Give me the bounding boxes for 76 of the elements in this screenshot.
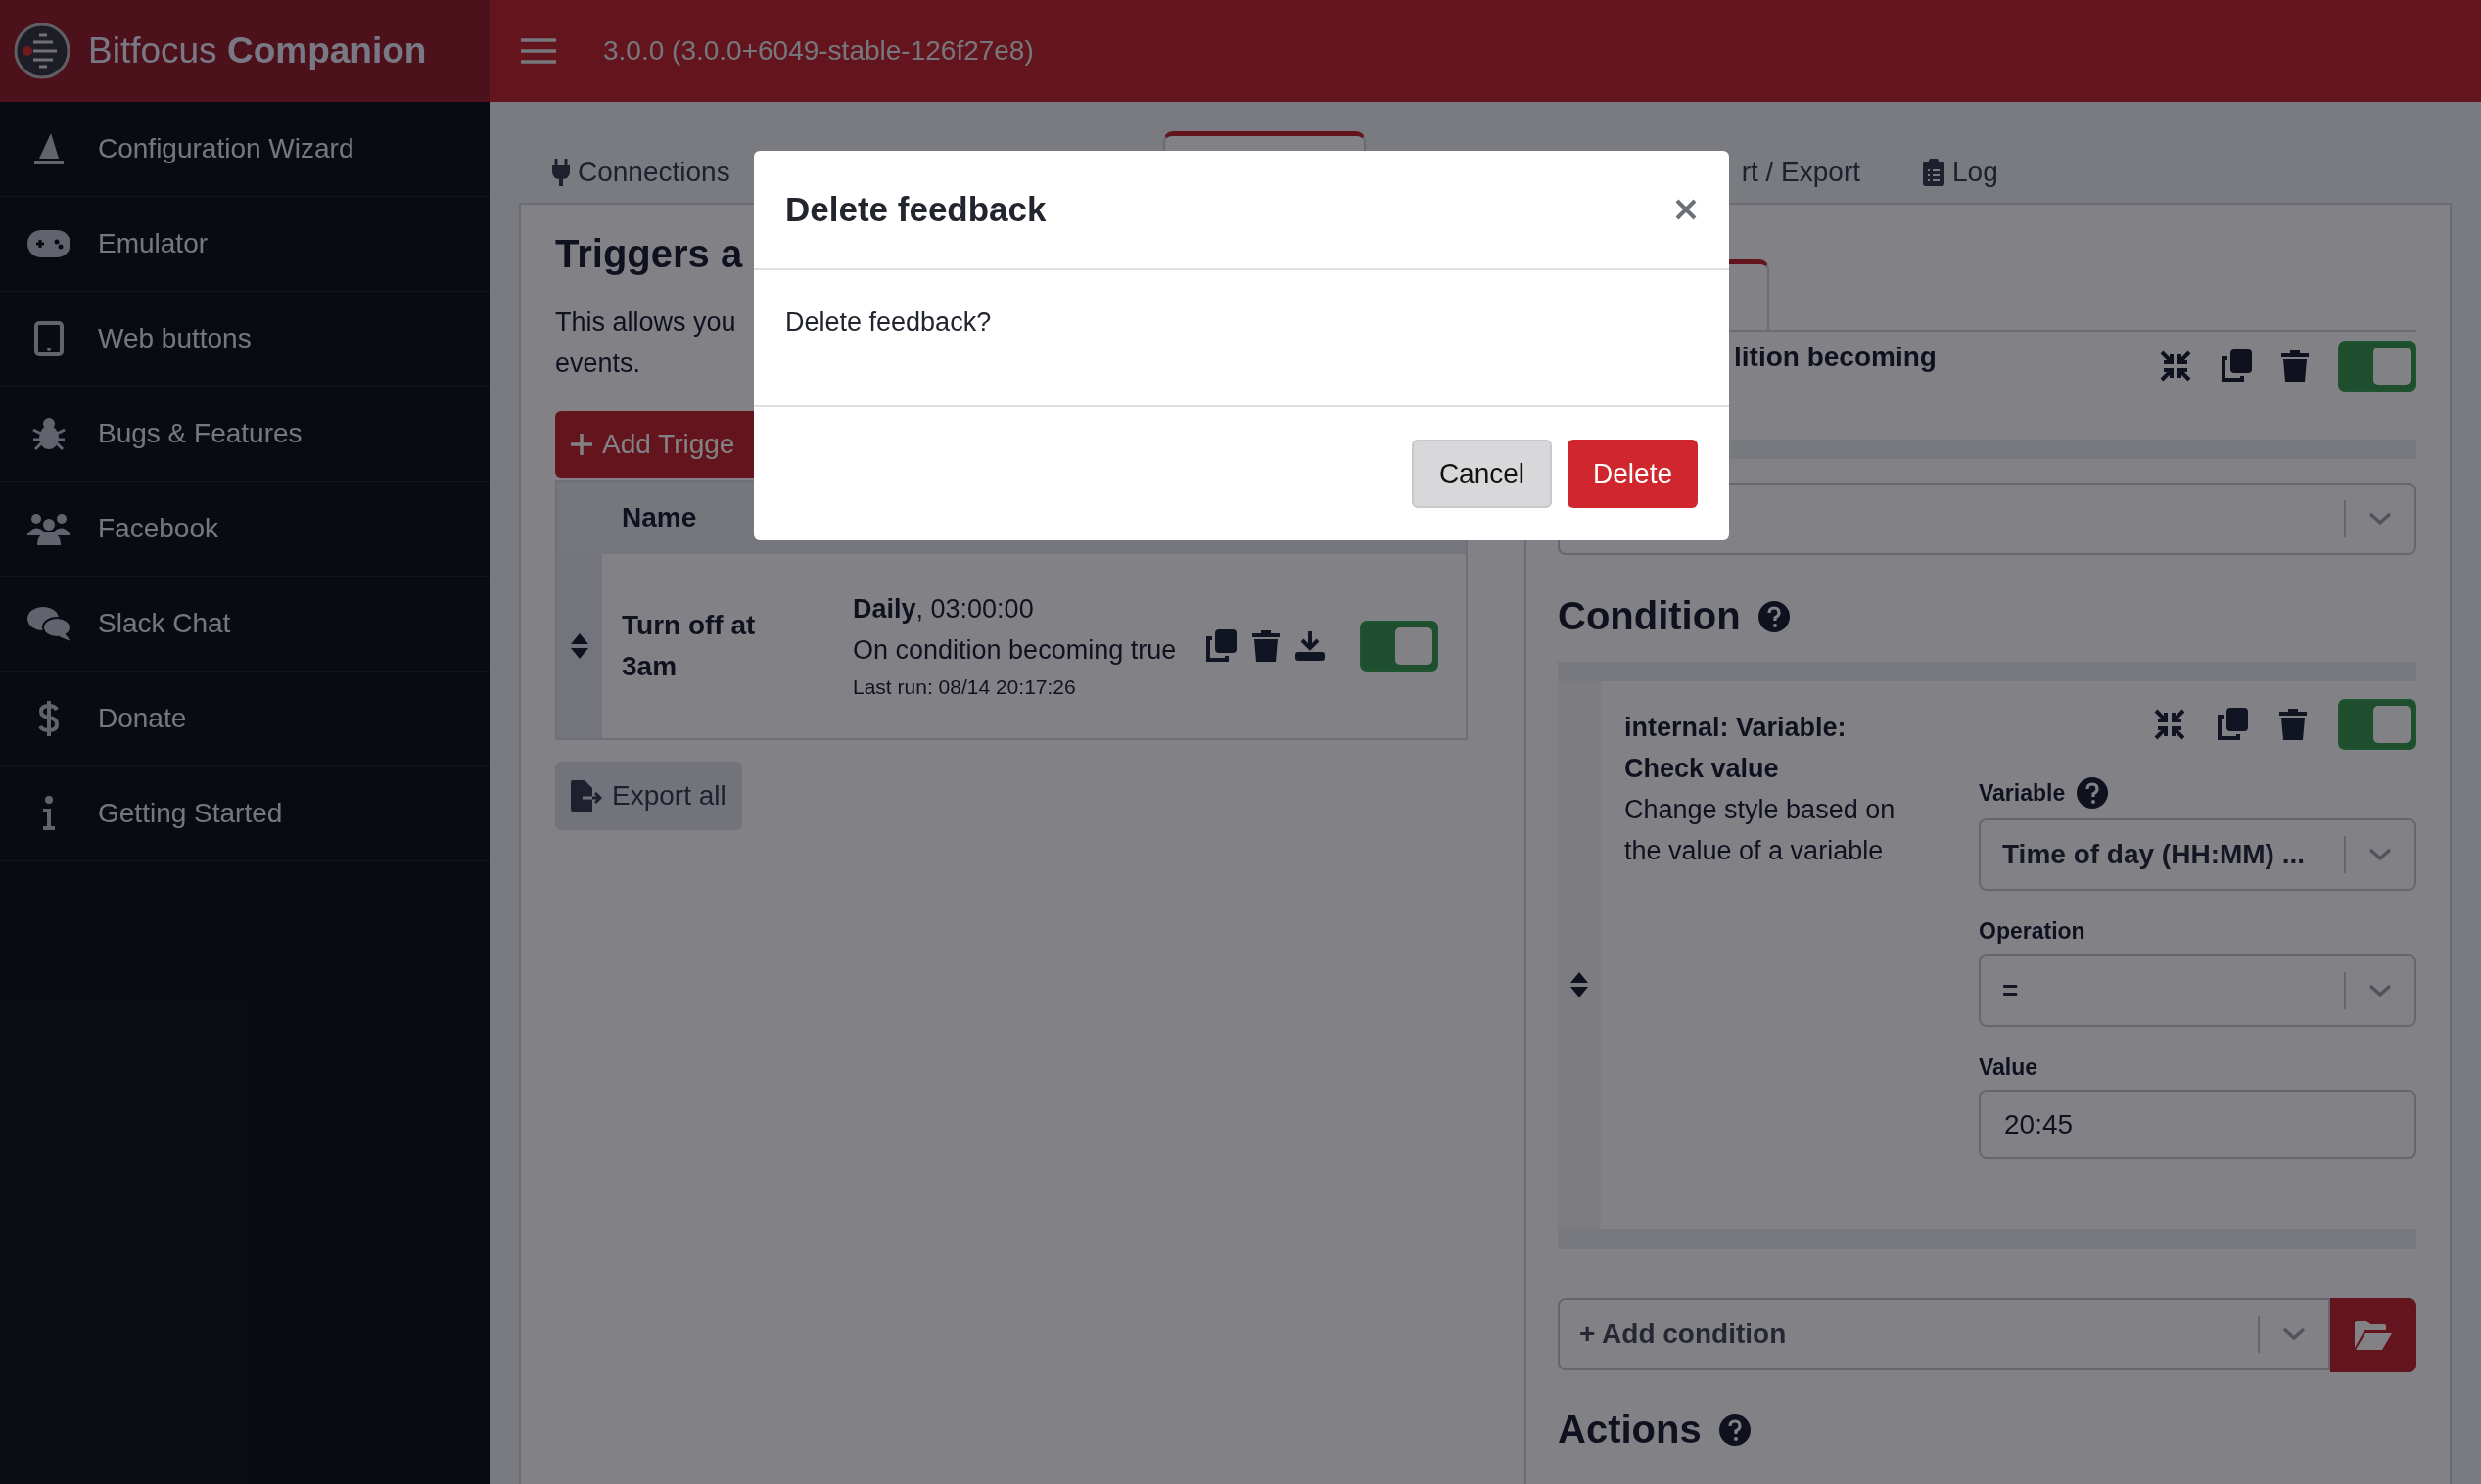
field-label: Value xyxy=(1979,1054,2038,1081)
plug-icon xyxy=(552,159,570,186)
info-icon xyxy=(41,796,57,831)
copy-icon[interactable] xyxy=(1205,629,1237,663)
sidebar-item[interactable]: Getting Started xyxy=(98,798,283,829)
condition-text: On condition becoming true xyxy=(853,634,1178,667)
sidebar-item[interactable]: Web buttons xyxy=(98,323,252,354)
select-field[interactable]: Time of day (HH:MM) ... xyxy=(1979,818,2416,891)
chat-bubbles-icon xyxy=(27,606,70,641)
toggle-switch[interactable] xyxy=(2338,699,2416,750)
sort-icon[interactable] xyxy=(571,633,588,659)
field-label: Variable xyxy=(1979,779,2066,807)
help-icon[interactable] xyxy=(1757,600,1790,632)
compress-icon[interactable] xyxy=(2160,350,2191,382)
dollar-icon xyxy=(37,700,61,737)
page-heading: Triggers a xyxy=(555,232,744,276)
clipboard-icon xyxy=(1923,159,1945,186)
field-label: Operation xyxy=(1979,918,2085,945)
sidebar-item[interactable]: Configuration Wizard xyxy=(98,133,354,164)
schedule-text: Daily, 03:00:00 xyxy=(853,593,1035,626)
add-condition-select[interactable]: + Add condition xyxy=(1558,1298,2330,1370)
sidebar-item[interactable]: Slack Chat xyxy=(98,608,231,639)
chevron-down-icon xyxy=(2368,512,2392,526)
folder-button[interactable] xyxy=(2330,1298,2416,1372)
gamepad-icon xyxy=(27,230,70,257)
close-icon[interactable] xyxy=(1674,198,1698,221)
copy-icon[interactable] xyxy=(2217,708,2248,741)
menu-icon[interactable] xyxy=(521,37,556,65)
select-field[interactable]: = xyxy=(1979,954,2416,1027)
trigger-name: Turn off at 3am xyxy=(622,609,757,683)
dialog-title: Delete feedback xyxy=(785,190,1047,229)
file-export-icon xyxy=(571,780,602,812)
tab[interactable]: Connections xyxy=(540,142,742,203)
text-field[interactable]: 20:45 xyxy=(1979,1090,2416,1159)
last-run-text: Last run: 08/14 20:17:26 xyxy=(853,674,1077,700)
compress-icon[interactable] xyxy=(2154,709,2185,740)
condition-description: Change style based on the value of a variable xyxy=(1624,794,1896,867)
download-icon[interactable] xyxy=(1295,631,1325,661)
users-icon xyxy=(27,512,70,545)
copy-icon[interactable] xyxy=(2221,349,2252,383)
plus-icon xyxy=(571,434,592,455)
section-heading: Condition xyxy=(1558,594,1741,638)
sidebar-item[interactable]: Donate xyxy=(98,703,187,734)
chevron-down-icon xyxy=(2282,1327,2306,1341)
toggle-switch[interactable] xyxy=(2338,341,2416,392)
description-text: events. xyxy=(555,348,641,380)
column-header: Name xyxy=(622,502,697,533)
tab[interactable]: rt / Export xyxy=(1729,142,1873,203)
sidebar-item[interactable]: Facebook xyxy=(98,513,218,544)
wizard-hat-icon xyxy=(31,131,67,166)
section-heading: Actions xyxy=(1558,1408,1702,1452)
version-label: 3.0.0 (3.0.0+6049-stable-126f27e8) xyxy=(603,35,1034,67)
trash-icon[interactable] xyxy=(2281,350,2309,382)
sidebar-item[interactable]: Bugs & Features xyxy=(98,418,303,449)
sidebar-item[interactable]: Emulator xyxy=(98,228,209,259)
logo-icon xyxy=(14,23,70,79)
tab[interactable]: Log xyxy=(1911,142,2010,203)
cancel-button[interactable]: Cancel xyxy=(1411,440,1553,508)
trash-icon[interactable] xyxy=(2279,709,2307,740)
help-icon[interactable] xyxy=(1718,1414,1751,1446)
sort-icon[interactable] xyxy=(1570,972,1588,997)
bug-icon xyxy=(31,416,67,451)
tablet-icon xyxy=(34,321,64,356)
trigger-summary: lition becoming xyxy=(1734,341,1938,373)
condition-title: internal: Variable: Check value xyxy=(1624,712,1848,785)
toggle-switch[interactable] xyxy=(1360,621,1438,672)
dialog-message: Delete feedback? xyxy=(785,307,992,337)
chevron-down-icon xyxy=(2368,848,2392,861)
folder-icon xyxy=(2355,1321,2392,1350)
export-all-button[interactable]: Export all xyxy=(555,762,742,830)
chevron-down-icon xyxy=(2368,984,2392,997)
help-icon[interactable] xyxy=(2077,777,2109,809)
trash-icon[interactable] xyxy=(1252,630,1280,662)
description-text: This allows you xyxy=(555,306,736,339)
app-title: Bitfocus Companion xyxy=(88,30,427,71)
delete-button[interactable]: Delete xyxy=(1568,440,1698,508)
